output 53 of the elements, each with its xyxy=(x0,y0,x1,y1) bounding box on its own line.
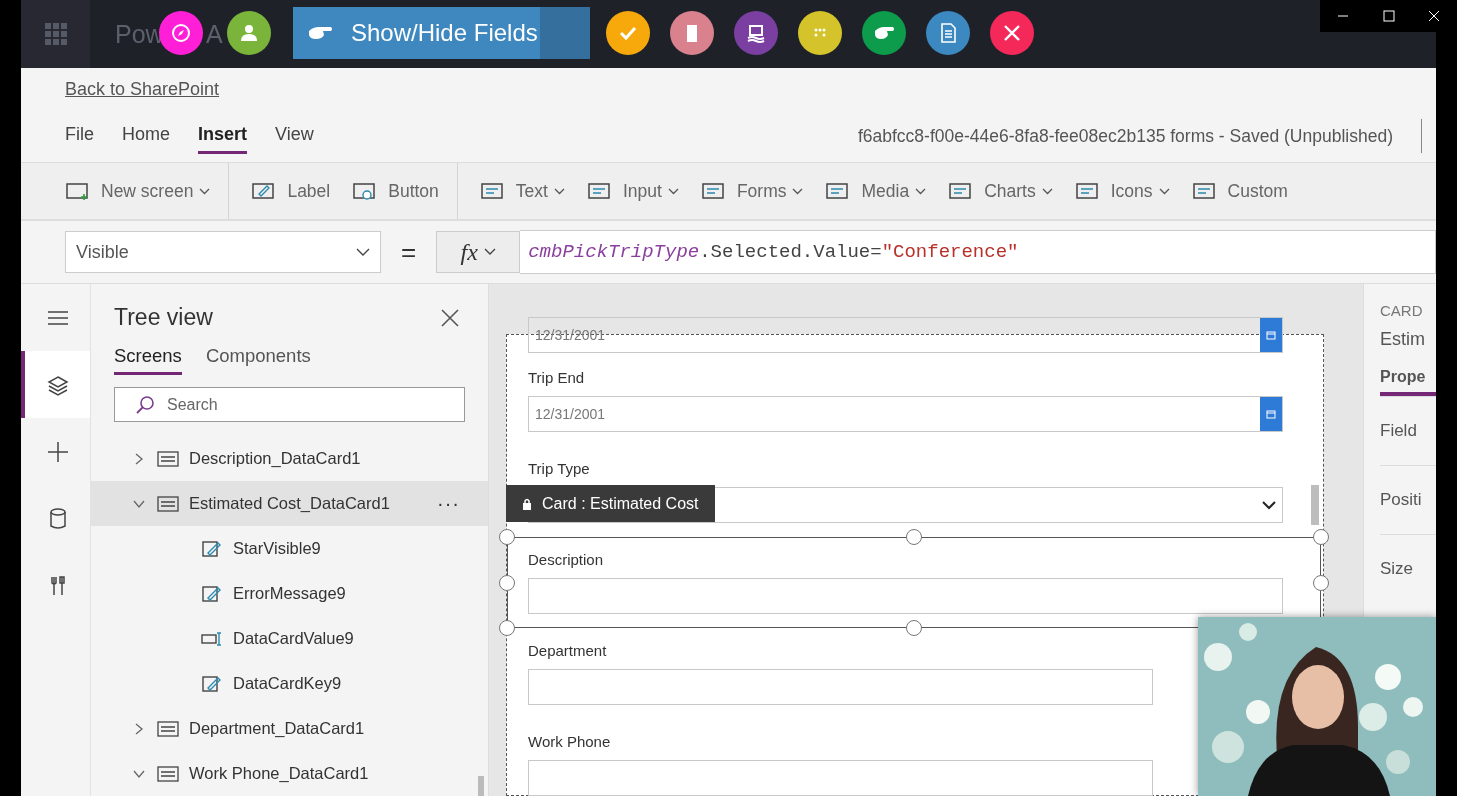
tree-item[interactable]: Work Phone_DataCard1 xyxy=(91,751,488,796)
tree-item[interactable]: StarVisible9 xyxy=(91,526,488,571)
field-label: Trip Type xyxy=(528,460,591,477)
panel-tab[interactable]: Screens xyxy=(114,345,182,375)
field-label: Trip End xyxy=(528,369,586,386)
show-hide-fields-button[interactable]: Show/Hide Fields xyxy=(293,7,590,59)
search-input[interactable]: Search xyxy=(165,394,419,415)
tree-item-label: Department_DataCard1 xyxy=(189,719,365,738)
ribbon-button[interactable]: Custom xyxy=(1191,180,1288,202)
menu-tab[interactable]: File xyxy=(65,118,94,154)
tree-item[interactable]: ErrorMessage9 xyxy=(91,571,488,616)
ribbon-button[interactable]: Charts xyxy=(948,180,1053,202)
more-button[interactable]: ··· xyxy=(437,492,460,515)
ribbon-button[interactable]: Icons xyxy=(1074,180,1170,202)
tree-item[interactable]: DataCardValue9 xyxy=(91,616,488,661)
property-dropdown[interactable]: Visible xyxy=(65,231,381,273)
field-label: Department xyxy=(528,642,608,659)
field-label: Work Phone xyxy=(528,733,612,750)
ribbon-button[interactable]: Text xyxy=(479,180,565,202)
formula-field[interactable]: cmbPickTripType.Selected.Value="Conference" xyxy=(520,230,1436,274)
ribbon-button[interactable]: Media xyxy=(825,180,927,202)
panel-title: Tree view xyxy=(114,304,213,331)
tree-item-label: Estimated Cost_DataCard1 xyxy=(189,494,390,513)
menu-tab[interactable]: View xyxy=(275,118,314,154)
tree-item-label: StarVisible9 xyxy=(233,539,321,558)
menu-tab[interactable]: Insert xyxy=(198,118,248,154)
tree-item-label: Work Phone_DataCard1 xyxy=(189,764,369,783)
app-title: A xyxy=(206,20,223,49)
control-name: Estim xyxy=(1380,329,1426,350)
menu-tab[interactable]: Home xyxy=(122,118,171,154)
tree-item[interactable]: Department_DataCard1 xyxy=(91,706,488,751)
ribbon-button[interactable]: Button xyxy=(352,163,458,219)
ribbon-button[interactable]: Label xyxy=(251,180,331,202)
tree-item[interactable]: Description_DataCard1 xyxy=(91,436,488,481)
control-type: CARD xyxy=(1380,302,1424,319)
tree-item-label: ErrorMessage9 xyxy=(233,584,346,603)
document-title: f6abfcc8-f00e-44e6-8fa8-fee08ec2b135 forms - Saved (Unpublished) xyxy=(857,125,1393,147)
ribbon-button[interactable]: New screen xyxy=(65,163,230,219)
tree-item[interactable]: Estimated Cost_DataCard1 ··· xyxy=(91,481,488,526)
field-label: Description xyxy=(528,551,605,568)
ribbon-button[interactable]: Input xyxy=(586,180,679,202)
search-field[interactable]: Search xyxy=(114,387,465,422)
tree-item-label: DataCardKey9 xyxy=(233,674,342,693)
equals-sign: = xyxy=(401,236,417,268)
back-link[interactable]: Back to SharePoint xyxy=(65,78,220,100)
tree-item[interactable]: DataCardKey9 xyxy=(91,661,488,706)
tooltip-text: Card : Estimated Cost xyxy=(542,494,699,513)
tree-item-label: DataCardValue9 xyxy=(233,629,354,648)
panel-tab[interactable]: Components xyxy=(205,345,311,375)
tree-item-label: Description_DataCard1 xyxy=(189,449,361,468)
function-button[interactable]: fx xyxy=(436,231,521,273)
ribbon-button[interactable]: Forms xyxy=(700,180,804,202)
date-field[interactable]: 12/31/2001 xyxy=(528,396,1283,432)
